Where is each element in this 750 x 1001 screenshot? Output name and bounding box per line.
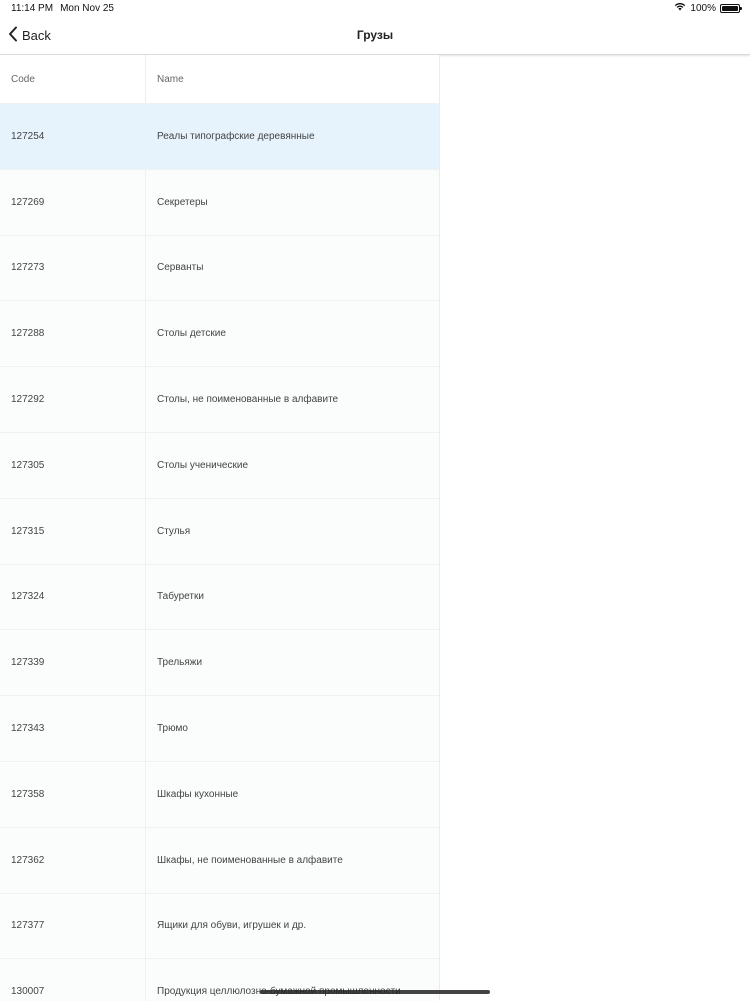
- cell-code: 127377: [0, 893, 146, 959]
- cell-name: Трельяжи: [157, 657, 203, 669]
- home-indicator: [260, 990, 490, 994]
- cell-code: 127273: [0, 235, 146, 301]
- status-time: 11:14 PM: [11, 3, 54, 14]
- table-row[interactable]: 127377 Ящики для обуви, игрушек и др.: [0, 893, 439, 960]
- cell-code: 127358: [0, 761, 146, 827]
- battery-percent: 100%: [690, 2, 716, 14]
- status-date: Mon Nov 25: [60, 3, 114, 14]
- status-bar: 11:14 PM Mon Nov 25 100%: [0, 0, 750, 18]
- table-row[interactable]: 127288 Столы детские: [0, 301, 439, 368]
- page-title: Грузы: [356, 28, 394, 42]
- status-time-date: 11:14 PM Mon Nov 25: [11, 3, 114, 14]
- table-row[interactable]: 127315 Стулья: [0, 498, 439, 565]
- table-row[interactable]: 127269 Секретеры: [0, 169, 439, 236]
- table-row[interactable]: 127254 Реалы типографские деревянные: [0, 104, 439, 170]
- cell-name: Ящики для обуви, игрушек и др.: [157, 920, 307, 932]
- table-body[interactable]: 127254 Реалы типографские деревянные 12726…: [0, 104, 439, 1001]
- cell-code: 127315: [0, 498, 146, 564]
- cell-name: Реалы типографские деревянные: [157, 130, 315, 142]
- column-header-name[interactable]: Name: [146, 55, 439, 103]
- cell-code: 127343: [0, 696, 146, 761]
- battery-icon: [720, 3, 742, 13]
- cell-name: Столы ученические: [157, 459, 249, 471]
- cell-code: 127269: [0, 169, 146, 235]
- cell-name: Табуретки: [157, 591, 204, 603]
- cell-code: 127305: [0, 432, 146, 498]
- table-row[interactable]: 127343 Трюмо: [0, 696, 439, 762]
- cell-name: Серванты: [157, 262, 204, 274]
- battery-fill: [722, 5, 738, 11]
- table-row[interactable]: 127292 Столы, не поименованные в алфавите: [0, 367, 439, 433]
- wifi-icon: [674, 2, 686, 14]
- cell-name: Трюмо: [157, 723, 188, 735]
- cell-name: Секретеры: [157, 196, 208, 208]
- cell-name: Шкафы кухонные: [157, 788, 239, 800]
- table-row[interactable]: 127273 Серванты: [0, 235, 439, 302]
- table-header: Code Name: [0, 55, 439, 104]
- table-row[interactable]: 127305 Столы ученические: [0, 432, 439, 499]
- table-row[interactable]: 127358 Шкафы кухонные: [0, 761, 439, 828]
- navigation-bar: Back Грузы: [0, 18, 750, 55]
- table-row[interactable]: 127324 Табуретки: [0, 564, 439, 631]
- table-row[interactable]: 127362 Шкафы, не поименованные в алфавите: [0, 827, 439, 894]
- column-header-code[interactable]: Code: [0, 55, 146, 103]
- cell-name: Столы детские: [157, 328, 226, 340]
- cell-name: Столы, не поименованные в алфавите: [157, 394, 339, 406]
- cell-code: 127362: [0, 827, 146, 893]
- cell-name: Шкафы, не поименованные в алфавите: [157, 854, 343, 866]
- cell-name: Стулья: [157, 525, 191, 537]
- table-row[interactable]: 130007 Продукция целлюлозно-бумажной пром…: [0, 959, 439, 1001]
- cargo-table: Code Name 127254 Реалы типографские дерев…: [0, 55, 440, 1001]
- table-row[interactable]: 127339 Трельяжи: [0, 630, 439, 697]
- cell-code: 130007: [0, 959, 146, 1001]
- cell-code: 127324: [0, 564, 146, 630]
- cell-code: 127254: [0, 104, 146, 169]
- cell-code: 127288: [0, 301, 146, 367]
- cell-name: Продукция целлюлозно-бумажной промышленн…: [157, 986, 401, 998]
- cell-code: 127292: [0, 367, 146, 432]
- status-indicators: 100%: [674, 2, 742, 14]
- cell-code: 127339: [0, 630, 146, 696]
